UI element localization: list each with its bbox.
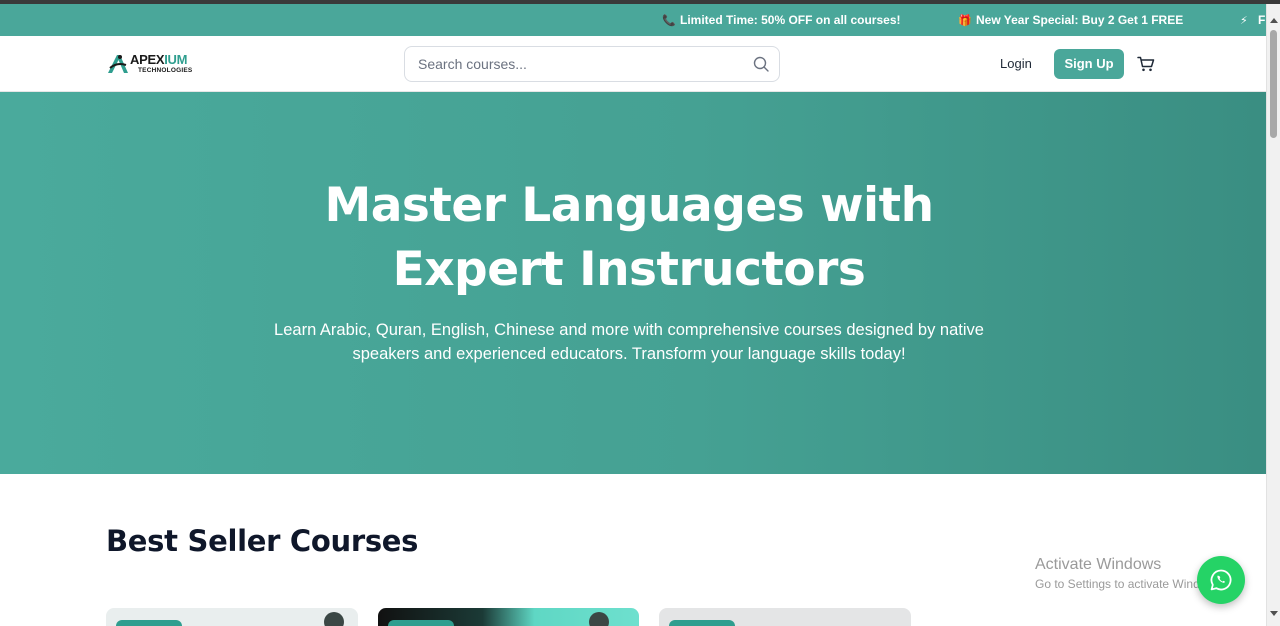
scrollbar-thumb[interactable] <box>1270 30 1277 138</box>
cart-icon[interactable] <box>1137 56 1155 72</box>
site-logo[interactable]: APEXIUM TECHNOLOGIES <box>106 52 198 78</box>
phone-icon: 📞 <box>662 15 676 27</box>
hero-subtitle: Learn Arabic, Quran, English, Chinese an… <box>250 318 1008 366</box>
lightning-icon: ⚡ <box>1240 15 1248 27</box>
hero-section: Master Languages with Expert Instructors… <box>0 92 1266 474</box>
promo-text: F <box>1258 13 1266 27</box>
search-box <box>404 46 780 82</box>
course-card[interactable] <box>378 608 639 626</box>
course-badge <box>388 620 454 626</box>
promo-banner: 📞 Limited Time: 50% OFF on all courses! 🎁… <box>0 4 1266 36</box>
logo-tagline: TECHNOLOGIES <box>138 67 193 74</box>
scroll-down-arrow-icon[interactable] <box>1270 611 1278 616</box>
promo-item: 🎁 New Year Special: Buy 2 Get 1 FREE <box>958 4 1183 36</box>
course-card[interactable] <box>106 608 358 626</box>
site-header: APEXIUM TECHNOLOGIES Login Sign Up <box>0 36 1266 92</box>
course-thumbnail-image <box>324 612 344 626</box>
activate-windows-watermark: Activate Windows Go to Settings to activ… <box>1035 556 1224 591</box>
page-scrollbar[interactable] <box>1266 4 1280 626</box>
hero-title-line: Expert Instructors <box>392 242 866 297</box>
hero-title-line: Master Languages with <box>324 178 934 233</box>
whatsapp-icon <box>1210 569 1232 591</box>
activate-title: Activate Windows <box>1035 556 1162 573</box>
promo-item: 📞 Limited Time: 50% OFF on all courses! <box>662 4 901 36</box>
logo-mark-icon <box>108 55 128 73</box>
search-icon[interactable] <box>753 56 769 72</box>
hero-subtitle-line: Learn Arabic, Quran, English, Chinese an… <box>274 321 984 339</box>
whatsapp-button[interactable] <box>1197 556 1245 604</box>
hero-title: Master Languages with Expert Instructors <box>0 174 1258 302</box>
promo-text: Limited Time: 50% OFF on all courses! <box>680 13 901 27</box>
hero-subtitle-line: speakers and experienced educators. Tran… <box>352 345 906 363</box>
search-input[interactable] <box>418 47 738 81</box>
best-seller-title: Best Seller Courses <box>106 524 419 558</box>
gift-icon: 🎁 <box>958 15 972 27</box>
scroll-up-arrow-icon[interactable] <box>1270 18 1278 23</box>
course-thumbnail-image <box>589 612 609 626</box>
course-badge <box>669 620 735 626</box>
activate-subtitle: Go to Settings to activate Windows. <box>1035 577 1225 591</box>
course-card[interactable] <box>659 608 911 626</box>
promo-item: ⚡ F <box>1240 4 1265 36</box>
logo-wordmark: APEXIUM <box>130 52 188 67</box>
promo-text: New Year Special: Buy 2 Get 1 FREE <box>976 13 1184 27</box>
course-badge <box>116 620 182 626</box>
login-button[interactable]: Login <box>992 50 1040 78</box>
signup-button[interactable]: Sign Up <box>1054 49 1124 79</box>
